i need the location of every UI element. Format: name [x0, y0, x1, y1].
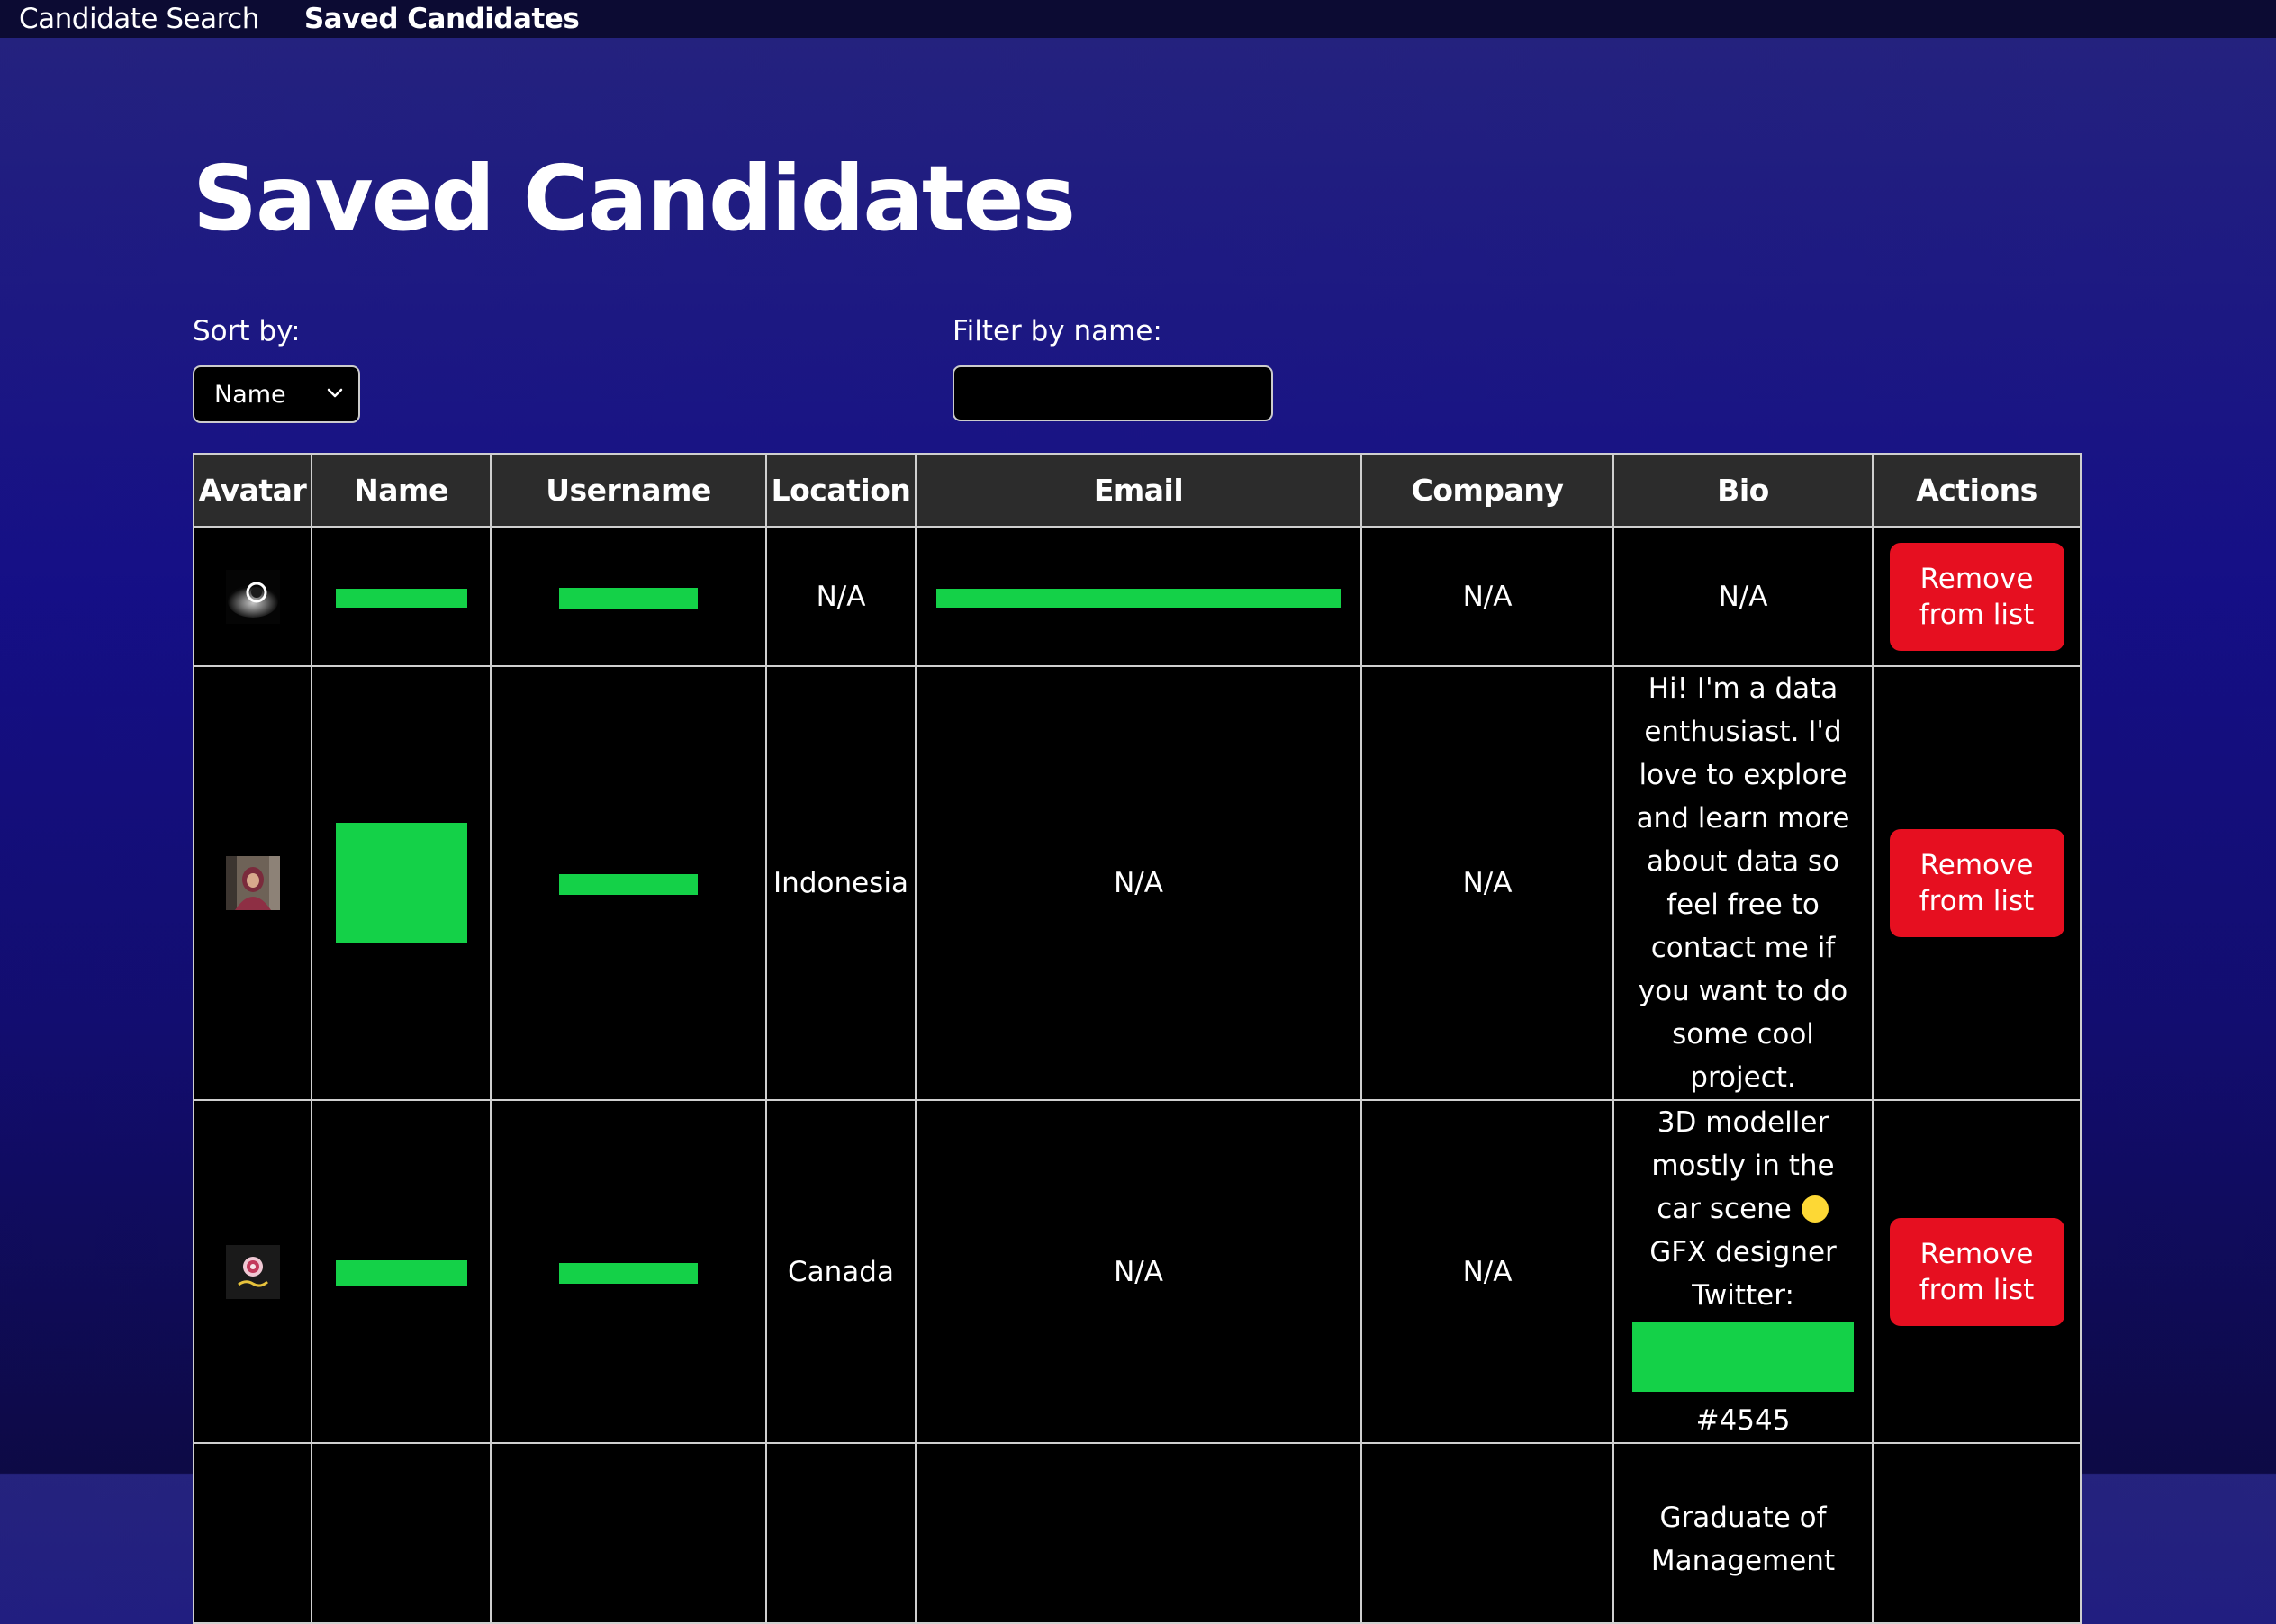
actions-cell: Remove from list — [1872, 526, 2082, 667]
table-header-row: Avatar Name Username Location Email Comp… — [193, 453, 2082, 528]
nav-link-candidate-search[interactable]: Candidate Search — [19, 3, 259, 35]
email-cell: N/A — [915, 665, 1362, 1101]
redacted-name — [335, 588, 467, 608]
avatar — [225, 569, 280, 624]
redacted-email — [935, 588, 1341, 608]
redacted-name — [335, 823, 467, 943]
actions-cell: Remove from list — [1872, 1099, 2082, 1444]
bio-cell: N/A — [1612, 526, 1874, 667]
username-cell — [490, 1442, 767, 1624]
actions-cell — [1872, 1442, 2082, 1624]
name-cell — [311, 665, 492, 1101]
sort-select-value: Name — [214, 380, 286, 409]
actions-cell: Remove from list — [1872, 665, 2082, 1101]
company-cell: N/A — [1360, 665, 1614, 1101]
bio-cell: 3D modeller mostly in the car scene GFX … — [1612, 1099, 1874, 1444]
column-header-username: Username — [490, 453, 767, 528]
company-cell — [1360, 1442, 1614, 1624]
redacted-name — [335, 1260, 467, 1286]
redacted-username — [559, 874, 698, 895]
sort-label: Sort by: — [193, 315, 301, 347]
column-header-avatar: Avatar — [193, 453, 312, 528]
top-nav: Candidate Search Saved Candidates — [0, 0, 2276, 38]
bio-cell: Hi! I'm a data enthusiast. I'd love to e… — [1612, 665, 1874, 1101]
column-header-actions: Actions — [1872, 453, 2082, 528]
remove-from-list-button[interactable]: Remove from list — [1889, 542, 2064, 651]
nav-link-saved-candidates[interactable]: Saved Candidates — [304, 3, 580, 35]
company-cell: N/A — [1360, 526, 1614, 667]
table-row: Canada N/A N/A 3D modeller mostly in the… — [193, 1099, 2082, 1444]
table-row: Graduate of Management — [193, 1442, 2082, 1624]
page-title: Saved Candidates — [193, 146, 1076, 251]
column-header-location: Location — [765, 453, 917, 528]
name-cell — [311, 1442, 492, 1624]
column-header-name: Name — [311, 453, 492, 528]
redacted-twitter-handle — [1627, 1322, 1859, 1392]
remove-from-list-button[interactable]: Remove from list — [1889, 1217, 2064, 1326]
avatar-cell — [193, 1099, 312, 1444]
column-header-email: Email — [915, 453, 1362, 528]
location-cell: Canada — [765, 1099, 917, 1444]
filter-label: Filter by name: — [953, 315, 1162, 347]
name-cell — [311, 1099, 492, 1444]
column-header-bio: Bio — [1612, 453, 1874, 528]
avatar — [225, 856, 280, 910]
bio-text: 3D modeller mostly in the car scene GFX … — [1614, 1101, 1872, 1442]
username-cell — [490, 665, 767, 1101]
username-cell — [490, 526, 767, 667]
username-cell — [490, 1099, 767, 1444]
bio-text: N/A — [1718, 580, 1768, 613]
sort-select[interactable]: Name — [193, 365, 360, 423]
email-cell — [915, 1442, 1362, 1624]
chevron-down-icon — [327, 388, 343, 398]
name-cell — [311, 526, 492, 667]
redacted-username — [559, 1262, 698, 1284]
location-cell: Indonesia — [765, 665, 917, 1101]
avatar-cell — [193, 665, 312, 1101]
company-cell: N/A — [1360, 1099, 1614, 1444]
avatar-cell — [193, 1442, 312, 1624]
location-cell — [765, 1442, 917, 1624]
filter-name-input[interactable] — [953, 365, 1273, 421]
email-cell — [915, 526, 1362, 667]
email-cell: N/A — [915, 1099, 1362, 1444]
avatar-cell — [193, 526, 312, 667]
yellow-circle-emoji-icon — [1801, 1195, 1829, 1223]
table-row: Indonesia N/A N/A Hi! I'm a data enthusi… — [193, 665, 2082, 1101]
bio-text: Graduate of Management — [1650, 1502, 1836, 1577]
candidates-table: Avatar Name Username Location Email Comp… — [193, 453, 2082, 1624]
location-cell: N/A — [765, 526, 917, 667]
column-header-company: Company — [1360, 453, 1614, 528]
bio-cell: Graduate of Management — [1612, 1442, 1874, 1624]
bio-text: Hi! I'm a data enthusiast. I'd love to e… — [1636, 672, 1850, 1094]
table-row: N/A N/A N/A Remove from list — [193, 526, 2082, 667]
avatar — [225, 1244, 280, 1299]
redacted-username — [559, 587, 698, 609]
remove-from-list-button[interactable]: Remove from list — [1889, 829, 2064, 937]
